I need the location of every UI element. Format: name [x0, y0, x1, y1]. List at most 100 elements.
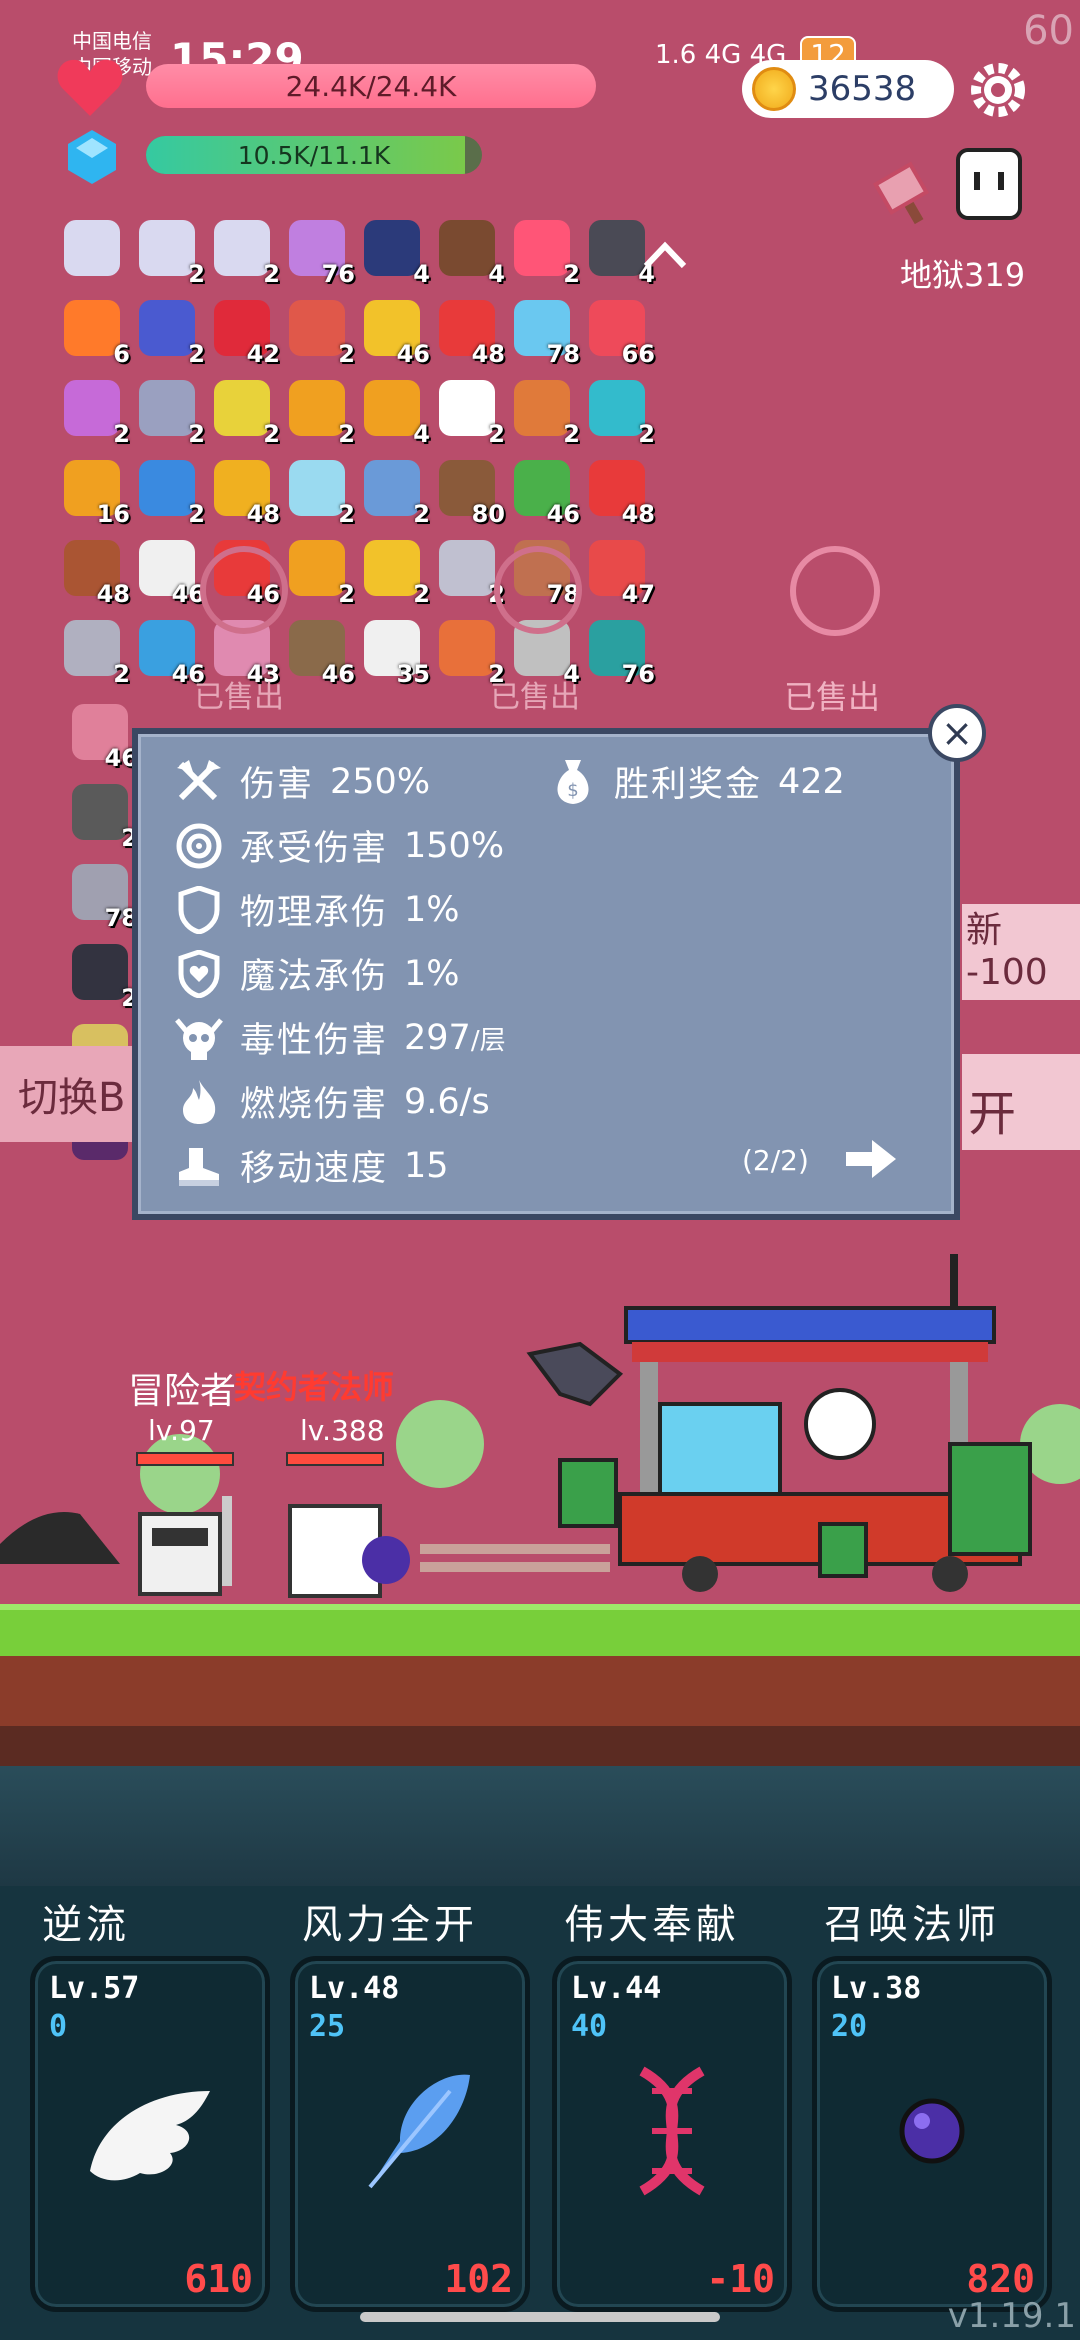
item-count: 2 [113, 420, 130, 448]
arrow-right-icon[interactable] [842, 1136, 898, 1182]
inventory-item[interactable]: 2 [210, 216, 280, 288]
item-count: 35 [396, 660, 430, 688]
skill-name: 召唤法师 [824, 1902, 1000, 1948]
item-count: 48 [621, 500, 655, 528]
inventory-item[interactable]: 66 [585, 296, 655, 368]
target-icon [174, 821, 224, 871]
inventory-item[interactable]: 2 [435, 536, 505, 608]
inventory-item[interactable]: 2 [135, 296, 205, 368]
inventory-item[interactable]: 2 [510, 216, 580, 288]
inventory-item[interactable]: 2 [135, 376, 205, 448]
inventory-item[interactable] [60, 216, 126, 288]
inventory-item[interactable]: 46 [135, 616, 205, 688]
item-count: 16 [96, 500, 130, 528]
inventory-item[interactable]: 2 [585, 376, 655, 448]
hero-level: lv.97 [148, 1414, 215, 1447]
inventory-item[interactable]: 6 [60, 296, 130, 368]
hero-name: 冒险者 [128, 1371, 237, 1412]
crown-slot-2[interactable] [494, 546, 582, 634]
inventory-item[interactable]: 4 [360, 216, 430, 288]
inventory-item[interactable]: 2 [360, 536, 430, 608]
inventory-item[interactable]: 46 [135, 536, 205, 608]
skill-card[interactable]: Lv.44 40 -10 [552, 1956, 792, 2312]
inventory-item[interactable]: 48 [210, 456, 280, 528]
hero-hp-bar [136, 1452, 234, 1466]
chevron-up-icon[interactable] [642, 240, 688, 270]
refresh-shop-button[interactable]: 新 -100 [962, 904, 1080, 1000]
inventory-item[interactable]: 46 [360, 296, 430, 368]
inventory-item[interactable]: 47 [585, 536, 655, 608]
inventory-item[interactable]: 2 [68, 940, 138, 1012]
gear-icon[interactable] [968, 60, 1028, 120]
inventory-item[interactable]: 2 [510, 376, 580, 448]
item-row: 2 2 76 4 4 2 4 [60, 216, 660, 296]
skill-card[interactable]: Lv.48 25 102 [290, 1956, 530, 2312]
inventory-item[interactable]: 4 [435, 216, 505, 288]
inventory-item[interactable]: 35 [360, 616, 430, 688]
inventory-item[interactable]: 2 [135, 456, 205, 528]
inventory-item[interactable]: 48 [60, 536, 130, 608]
inventory-item[interactable]: 2 [210, 376, 280, 448]
skill-stat: 25 [309, 2009, 346, 2044]
inventory-item[interactable]: 2 [60, 616, 130, 688]
fps-counter: 60 [1023, 8, 1074, 54]
inventory-item[interactable]: 2 [285, 296, 355, 368]
item-icon [364, 540, 420, 596]
inventory-item[interactable]: 2 [285, 536, 355, 608]
inventory-item[interactable]: 46 [68, 700, 138, 772]
open-button[interactable]: 开 [962, 1054, 1080, 1150]
inventory-item[interactable]: 78 [68, 860, 138, 932]
crown-slot-1[interactable] [200, 546, 288, 634]
inventory-item[interactable]: 76 [585, 616, 655, 688]
close-button[interactable]: × [928, 704, 986, 762]
hell-difficulty-icons[interactable] [862, 140, 1032, 230]
stat-value: 422 [778, 761, 845, 802]
inventory-item[interactable]: 76 [285, 216, 355, 288]
item-icon [64, 620, 120, 676]
inventory-item[interactable]: 2 [360, 456, 430, 528]
inventory-item[interactable]: 80 [435, 456, 505, 528]
crown-slot-3[interactable] [790, 546, 880, 636]
inventory-item[interactable]: 42 [210, 296, 280, 368]
item-count: 2 [263, 260, 280, 288]
inventory-item[interactable]: 2 [68, 780, 138, 852]
inventory-item[interactable]: 2 [285, 456, 355, 528]
switch-button[interactable]: 切换B [0, 1046, 140, 1142]
home-indicator[interactable] [360, 2312, 720, 2322]
skill-card[interactable]: Lv.57 0 610 [30, 1956, 270, 2312]
refresh-cost: -100 [966, 952, 1048, 993]
hp-text: 24.4K/24.4K [285, 69, 457, 103]
inventory-item[interactable]: 2 [285, 376, 355, 448]
item-icon [139, 460, 195, 516]
inventory-item[interactable]: 48 [435, 296, 505, 368]
inventory-item[interactable]: 48 [585, 456, 655, 528]
stat-value: 297 [404, 1017, 471, 1058]
coin-counter[interactable]: 36538 [742, 60, 954, 118]
inventory-item[interactable]: 4 [360, 376, 430, 448]
inventory-item[interactable]: 16 [60, 456, 130, 528]
item-count: 78 [546, 340, 580, 368]
inventory-item[interactable]: 2 [135, 216, 205, 288]
item-count: 46 [396, 340, 430, 368]
item-icon [589, 220, 645, 276]
ground-dirt-dark [0, 1726, 1080, 1766]
skill-card[interactable]: Lv.38 20 820 [812, 1956, 1052, 2312]
coin-amount: 36538 [808, 69, 917, 109]
skill-cost: 102 [444, 2257, 513, 2301]
inventory-item[interactable]: 2 [60, 376, 130, 448]
item-count: 2 [263, 420, 280, 448]
inventory-item[interactable]: 46 [510, 456, 580, 528]
item-icon [72, 784, 128, 840]
item-icon [439, 540, 495, 596]
boot-icon [174, 1141, 224, 1191]
hell-level-label: 地狱319 [900, 256, 1026, 294]
skill-name: 风力全开 [302, 1902, 478, 1948]
inventory-item[interactable]: 46 [285, 616, 355, 688]
money-bag-icon: $ [548, 757, 598, 807]
stat-label: 物理承伤 [240, 893, 389, 933]
sold-out-label-3: 已售出 [784, 678, 881, 716]
inventory-item[interactable]: 2 [435, 376, 505, 448]
mage-level: lv.388 [300, 1414, 385, 1447]
item-row: 16 2 48 2 2 80 46 48 [60, 456, 660, 536]
inventory-item[interactable]: 78 [510, 296, 580, 368]
